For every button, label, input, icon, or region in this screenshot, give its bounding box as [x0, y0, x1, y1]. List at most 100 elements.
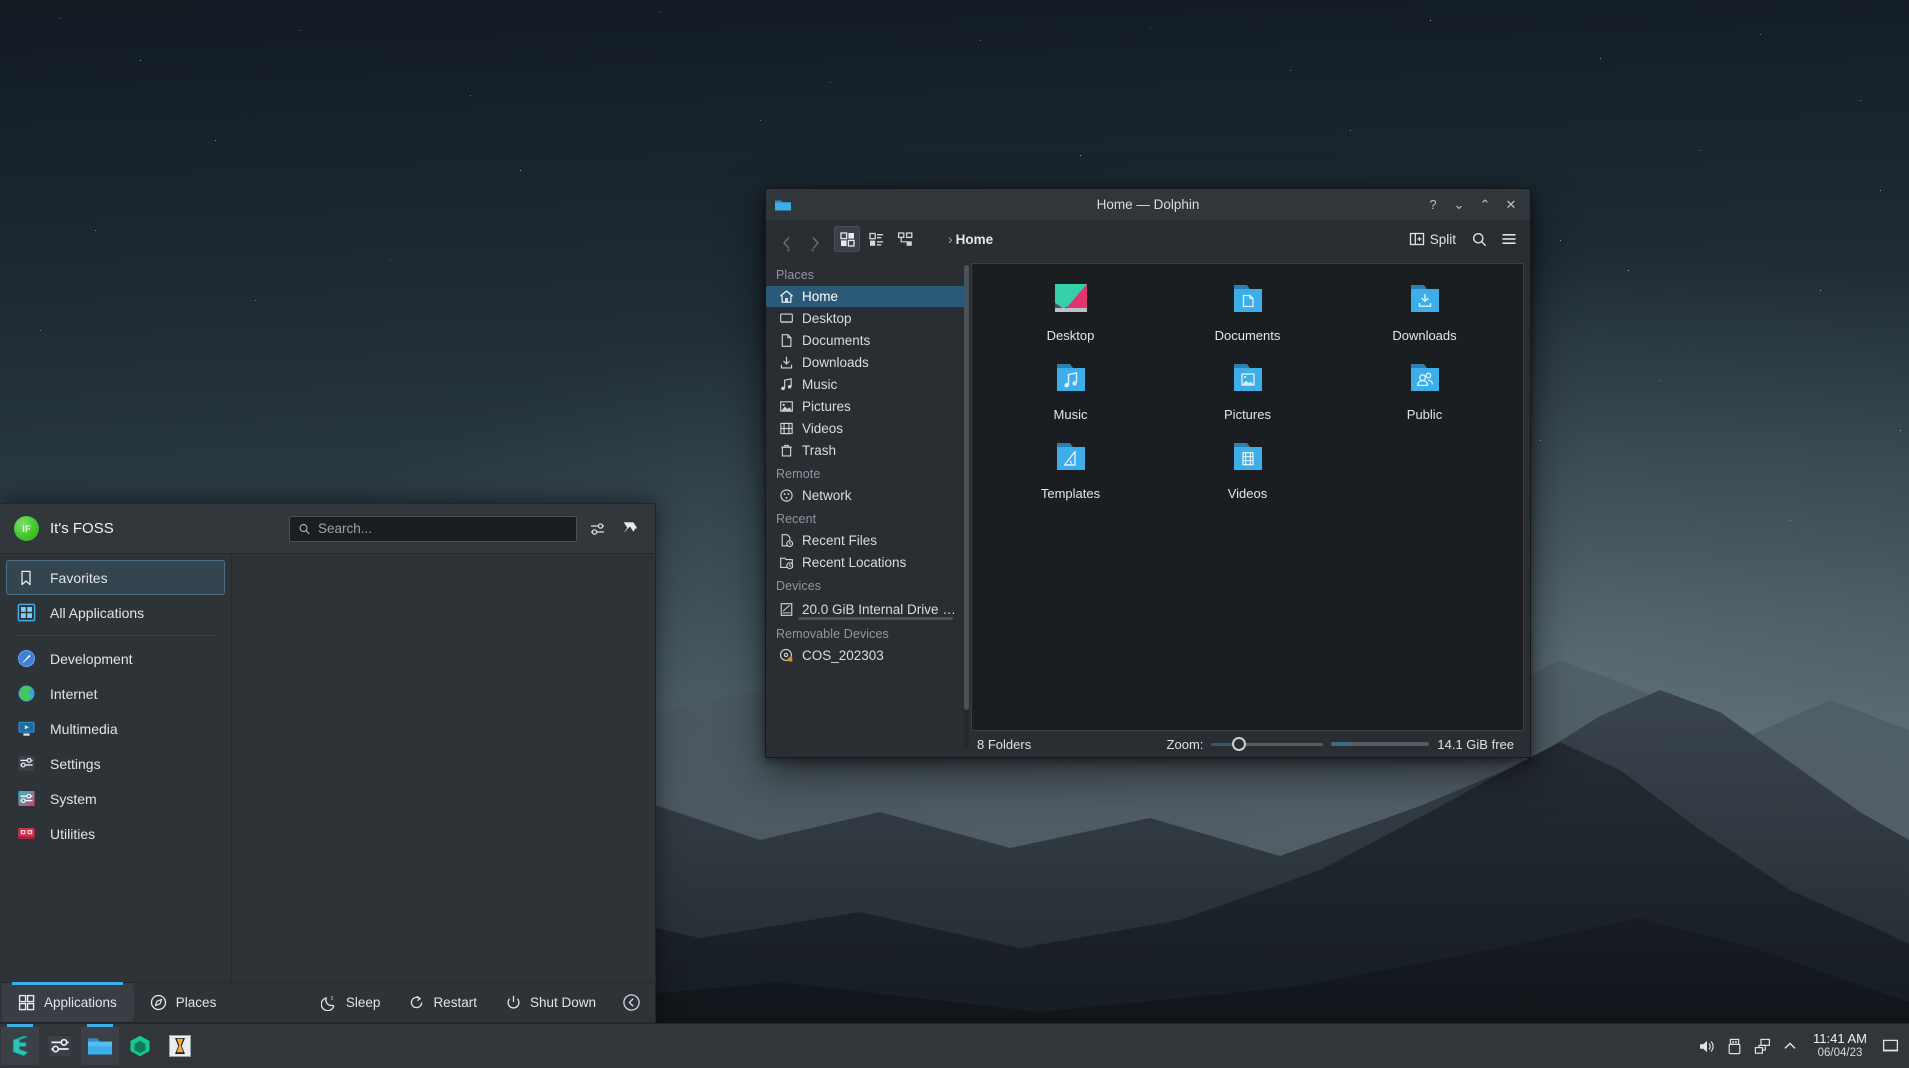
maximize-button[interactable]: ⌃	[1474, 194, 1496, 216]
places-item-recent-locations[interactable]: Recent Locations	[766, 552, 965, 573]
places-item-music[interactable]: Music	[766, 374, 965, 395]
file-item-videos[interactable]: Videos	[1159, 436, 1336, 515]
file-name: Templates	[1037, 486, 1104, 501]
restart-button[interactable]: Restart	[394, 994, 491, 1011]
places-item-network[interactable]: Network	[766, 485, 965, 506]
search-icon[interactable]	[1466, 226, 1492, 252]
launcher-search-group[interactable]	[289, 516, 641, 542]
konsole-launcher[interactable]	[161, 1027, 199, 1065]
breadcrumb[interactable]: › Home	[948, 231, 993, 247]
details-view-mode[interactable]	[892, 226, 918, 252]
shutdown-button[interactable]: Shut Down	[491, 994, 610, 1011]
dolphin-launcher[interactable]	[81, 1027, 119, 1065]
avatar[interactable]: IF	[14, 516, 39, 541]
places-item-home[interactable]: Home	[766, 286, 965, 307]
places-item-internal-drive[interactable]: 20.0 GiB Internal Drive (sda1)	[766, 597, 965, 621]
footer-tab-applications[interactable]: Applications	[2, 983, 133, 1022]
system-tray[interactable]: 11:41 AM 06/04/23	[1693, 1031, 1909, 1061]
application-launcher-menu[interactable]: IF It's FOSS	[0, 503, 656, 1023]
breadcrumb-item-home[interactable]: Home	[956, 232, 994, 247]
compass-icon	[150, 994, 167, 1011]
free-space-label: 14.1 GiB free	[1437, 737, 1516, 752]
taskbar-panel[interactable]: 11:41 AM 06/04/23	[0, 1023, 1909, 1068]
dolphin-titlebar[interactable]: Home — Dolphin ? ⌄ ⌃ ✕	[766, 189, 1530, 221]
category-favorites[interactable]: Favorites	[6, 560, 225, 595]
file-view[interactable]: Desktop Documents	[971, 263, 1524, 731]
pin-icon[interactable]	[619, 518, 641, 540]
places-item-removable-media[interactable]: COS_202303	[766, 645, 965, 666]
sleep-button[interactable]: z Sleep	[307, 994, 395, 1011]
category-multimedia[interactable]: Multimedia	[6, 711, 225, 746]
application-list-panel[interactable]	[232, 554, 655, 982]
zoom-control-group[interactable]: Zoom: 14.1 GiB free	[1167, 737, 1516, 752]
file-name: Downloads	[1388, 328, 1460, 343]
folder-templates-icon	[1048, 439, 1094, 481]
hamburger-menu-icon[interactable]	[1496, 226, 1522, 252]
places-item-desktop[interactable]: Desktop	[766, 308, 965, 329]
restart-icon	[408, 994, 425, 1011]
back-button[interactable]	[774, 226, 800, 252]
network-icon	[778, 488, 794, 504]
zoom-slider[interactable]	[1211, 737, 1323, 751]
file-item-desktop[interactable]: Desktop	[982, 278, 1159, 357]
category-internet[interactable]: Internet	[6, 676, 225, 711]
launcher-footer[interactable]: Applications Places z Sleep	[0, 982, 655, 1022]
category-label: Multimedia	[50, 721, 118, 737]
dolphin-toolbar[interactable]: › Home Split	[766, 221, 1530, 257]
icons-view-mode[interactable]	[834, 226, 860, 252]
category-list[interactable]: Favorites All Applications	[0, 554, 232, 982]
optical-media-icon	[778, 648, 794, 664]
file-item-downloads[interactable]: Downloads	[1336, 278, 1513, 357]
search-input[interactable]	[318, 521, 568, 536]
file-item-pictures[interactable]: Pictures	[1159, 357, 1336, 436]
file-item-public[interactable]: Public	[1336, 357, 1513, 436]
power-actions-group[interactable]: z Sleep Restart Shut Down	[307, 993, 653, 1012]
places-panel[interactable]: Places Home Desktop Documents	[766, 257, 971, 757]
category-system[interactable]: System	[6, 781, 225, 816]
show-desktop-button[interactable]	[1877, 1031, 1903, 1061]
file-item-documents[interactable]: Documents	[1159, 278, 1336, 357]
places-item-label: Videos	[802, 421, 843, 436]
close-button[interactable]: ✕	[1500, 194, 1522, 216]
compact-view-mode[interactable]	[863, 226, 889, 252]
expand-tray-icon[interactable]	[1777, 1033, 1803, 1059]
digital-clock[interactable]: 11:41 AM 06/04/23	[1805, 1032, 1875, 1059]
places-item-documents[interactable]: Documents	[766, 330, 965, 351]
toolbar-right-group[interactable]: Split	[1403, 226, 1522, 252]
places-item-downloads[interactable]: Downloads	[766, 352, 965, 373]
mesa-launcher[interactable]	[121, 1027, 159, 1065]
view-mode-group[interactable]	[834, 226, 918, 252]
footer-tab-places[interactable]: Places	[134, 983, 233, 1022]
desktop-icon	[778, 311, 794, 327]
dolphin-window[interactable]: Home — Dolphin ? ⌄ ⌃ ✕	[765, 188, 1531, 758]
search-box[interactable]	[289, 516, 577, 542]
leave-button[interactable]	[610, 993, 653, 1012]
kickoff-launcher[interactable]	[1, 1027, 39, 1065]
file-item-templates[interactable]: Templates	[982, 436, 1159, 515]
zoom-slider-handle[interactable]	[1232, 737, 1246, 751]
launcher-header: IF It's FOSS	[0, 504, 655, 554]
removable-section-header: Removable Devices	[766, 622, 971, 644]
category-settings[interactable]: Settings	[6, 746, 225, 781]
places-item-videos[interactable]: Videos	[766, 418, 965, 439]
forward-button[interactable]	[802, 226, 828, 252]
category-label: All Applications	[50, 605, 144, 621]
network-icon[interactable]	[1749, 1033, 1775, 1059]
help-button[interactable]: ?	[1422, 194, 1444, 216]
split-button[interactable]: Split	[1403, 229, 1462, 249]
recent-folder-icon	[778, 555, 794, 571]
configure-icon[interactable]	[587, 518, 609, 540]
places-item-pictures[interactable]: Pictures	[766, 396, 965, 417]
usb-icon[interactable]	[1721, 1033, 1747, 1059]
places-item-recent-files[interactable]: Recent Files	[766, 530, 965, 551]
minimize-button[interactable]: ⌄	[1448, 194, 1470, 216]
category-all-applications[interactable]: All Applications	[6, 595, 225, 630]
file-item-music[interactable]: Music	[982, 357, 1159, 436]
category-utilities[interactable]: Utilities	[6, 816, 225, 851]
system-settings-launcher[interactable]	[41, 1027, 79, 1065]
volume-icon[interactable]	[1693, 1033, 1719, 1059]
window-controls[interactable]: ? ⌄ ⌃ ✕	[1422, 194, 1522, 216]
places-item-trash[interactable]: Trash	[766, 440, 965, 461]
file-name: Pictures	[1220, 407, 1275, 422]
category-development[interactable]: Development	[6, 641, 225, 676]
